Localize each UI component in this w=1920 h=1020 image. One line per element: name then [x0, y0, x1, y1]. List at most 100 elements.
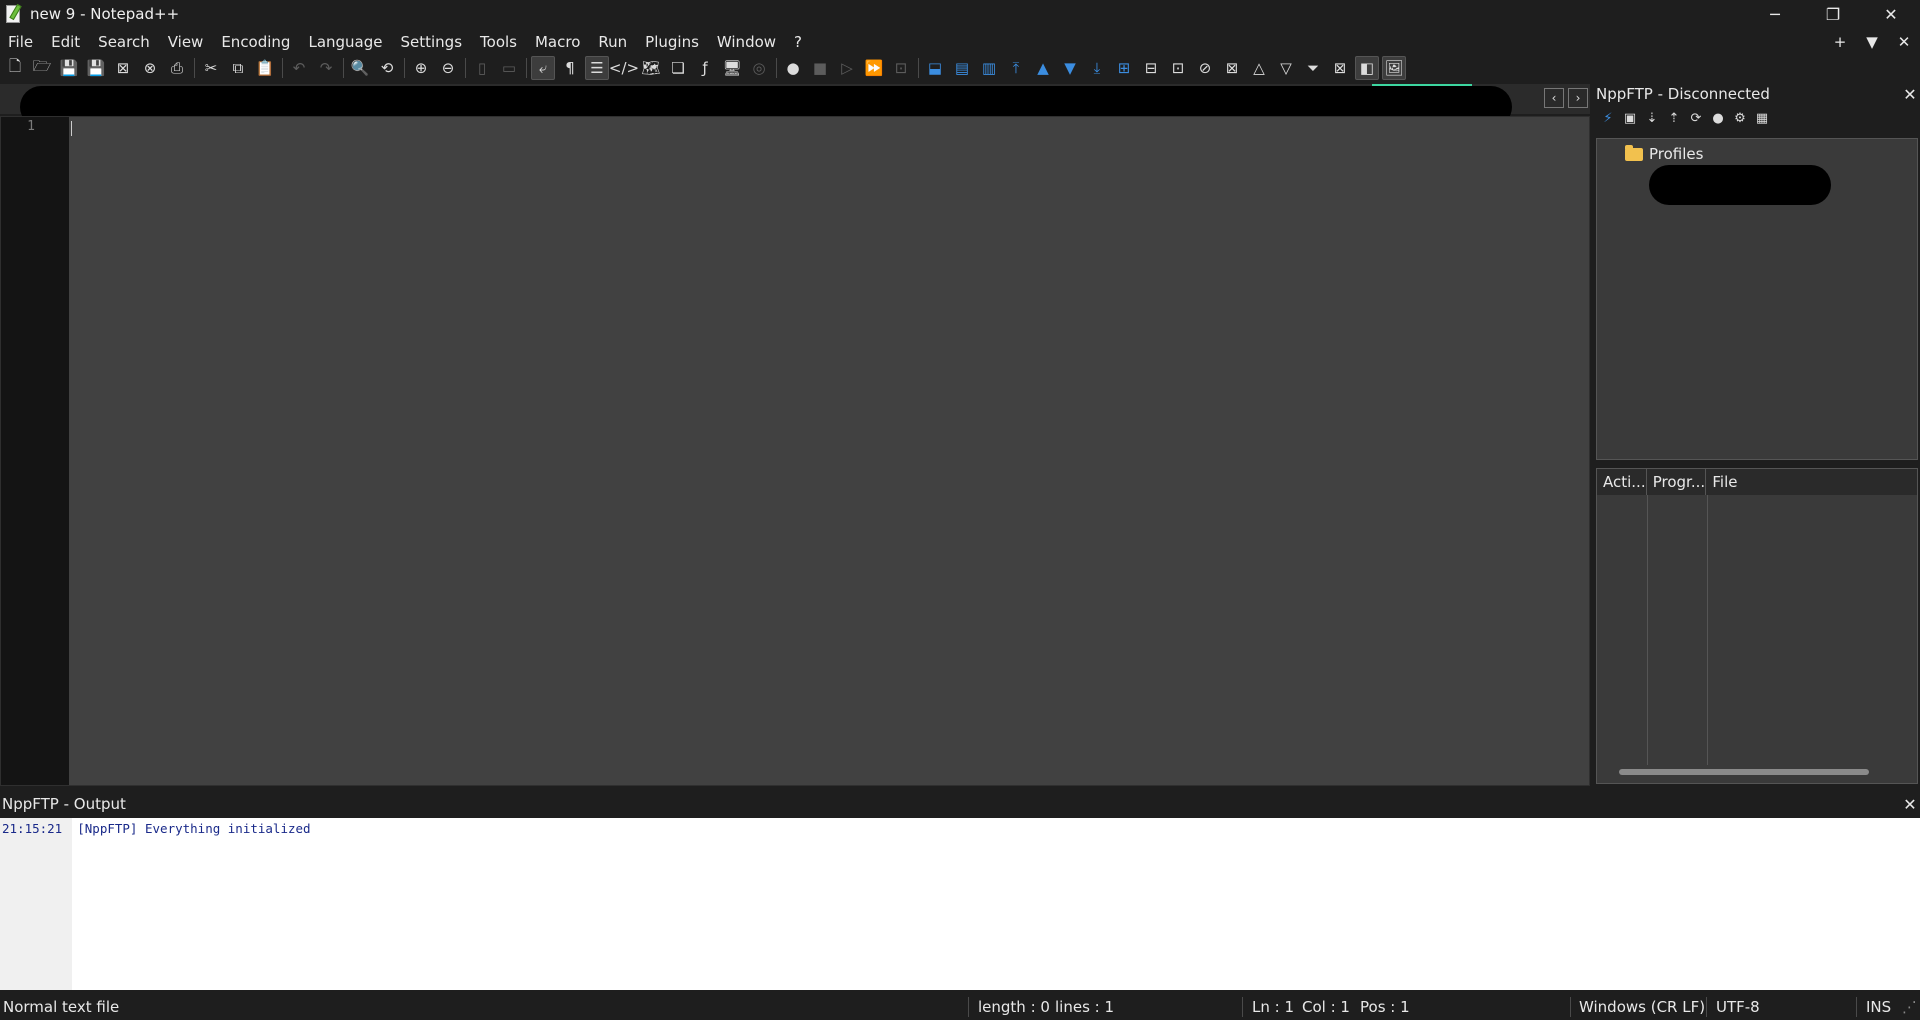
next-diff-icon[interactable]: ▼: [1058, 56, 1082, 80]
status-encoding[interactable]: UTF-8: [1716, 994, 1760, 1020]
play-macro-icon[interactable]: ▷: [835, 56, 859, 80]
refresh-icon[interactable]: ⟳: [1686, 108, 1706, 128]
print-icon[interactable]: ⎙: [165, 56, 189, 80]
diff-bookmark-icon[interactable]: ⊟: [1139, 56, 1163, 80]
status-eol[interactable]: Windows (CR LF): [1579, 994, 1705, 1020]
undo-icon[interactable]: ↶: [287, 56, 311, 80]
run-macro-multiple-icon[interactable]: ⏩: [862, 56, 886, 80]
save-all-icon[interactable]: 💾: [84, 56, 108, 80]
replace-icon[interactable]: ⟲: [375, 56, 399, 80]
word-wrap-icon[interactable]: ⤶: [531, 56, 555, 80]
menu-edit[interactable]: Edit: [42, 29, 89, 55]
output-log[interactable]: 21:15:21 [NppFTP] Everything initialized: [0, 818, 1920, 990]
find-icon[interactable]: 🔍: [348, 56, 372, 80]
settings-gear-icon[interactable]: ⚙: [1730, 108, 1750, 128]
diff-select-icon[interactable]: ⊡: [1166, 56, 1190, 80]
copy-icon[interactable]: ⧉: [226, 56, 250, 80]
queue-col-progress[interactable]: Progr...: [1647, 469, 1707, 495]
menu-window[interactable]: Window: [708, 29, 785, 55]
queue-col-file[interactable]: File: [1706, 469, 1917, 495]
compare-diff-icon[interactable]: ▤: [950, 56, 974, 80]
minimize-button[interactable]: ─: [1746, 0, 1804, 28]
sync-vertical-icon[interactable]: ▯: [470, 56, 494, 80]
first-diff-icon[interactable]: ⤒: [1004, 56, 1028, 80]
image-icon[interactable]: 🖼: [1382, 56, 1406, 80]
message-window-icon[interactable]: ▦: [1752, 108, 1772, 128]
folder-workspace-icon[interactable]: 🖥: [720, 56, 744, 80]
main-toolbar: 🗋 🗁 💾 💾 ⊠ ⊗ ⎙ ✂ ⧉ 📋 ↶ ↷ 🔍 ⟲ ⊕ ⊖ ▯ ▭ ⤶ ¶ ☰ </> 🗺 ❏ ƒ 🖥 ◎ ● ■ ▷ ⏩ ⊡ ⬓ ▤ ▥ ⤒ ▲ ▼…: [0, 55, 1920, 81]
menu-tools[interactable]: Tools: [471, 29, 526, 55]
close-icon[interactable]: ⊠: [111, 56, 135, 80]
toolbar-separator: [526, 58, 527, 78]
download-icon[interactable]: ⇣: [1642, 108, 1662, 128]
column-divider: [1707, 495, 1708, 765]
diff-clear-icon[interactable]: ⊠: [1220, 56, 1244, 80]
compare-clear-icon[interactable]: ▥: [977, 56, 1001, 80]
open-file-icon[interactable]: 🗁: [30, 56, 54, 80]
menu-encoding[interactable]: Encoding: [212, 29, 299, 55]
menu-file[interactable]: File: [0, 29, 42, 55]
menu-settings[interactable]: Settings: [392, 29, 472, 55]
function-list-icon[interactable]: ƒ: [693, 56, 717, 80]
save-macro-icon[interactable]: ⊡: [889, 56, 913, 80]
editor-area[interactable]: 1: [0, 116, 1590, 786]
paste-icon[interactable]: 📋: [253, 56, 277, 80]
document-map-icon[interactable]: 🗺: [639, 56, 663, 80]
redo-icon[interactable]: ↷: [314, 56, 338, 80]
status-insert-mode[interactable]: INS: [1866, 994, 1891, 1020]
save-icon[interactable]: 💾: [57, 56, 81, 80]
queue-col-action[interactable]: Acti...: [1597, 469, 1647, 495]
prev-diff-icon[interactable]: ▲: [1031, 56, 1055, 80]
zoom-in-icon[interactable]: ⊕: [409, 56, 433, 80]
menu-macro[interactable]: Macro: [526, 29, 589, 55]
status-file-type: Normal text file: [3, 998, 120, 1016]
cut-icon[interactable]: ✂: [199, 56, 223, 80]
horizontal-scrollbar[interactable]: [1619, 769, 1869, 775]
monitoring-icon[interactable]: ◎: [747, 56, 771, 80]
xml-tag-icon[interactable]: </>: [609, 56, 639, 80]
nppftp-profile-tree[interactable]: Profiles: [1596, 138, 1918, 460]
stop-macro-icon[interactable]: ■: [808, 56, 832, 80]
record-macro-icon[interactable]: ●: [781, 56, 805, 80]
new-file-icon[interactable]: 🗋: [3, 56, 27, 80]
status-column: Col : 1: [1302, 998, 1350, 1016]
restore-button[interactable]: ❐: [1804, 0, 1862, 28]
menu-language[interactable]: Language: [299, 29, 391, 55]
menu-help[interactable]: ?: [785, 29, 811, 55]
tab-scroll-left-button[interactable]: ‹: [1544, 88, 1564, 108]
compare-icon[interactable]: ⬓: [923, 56, 947, 80]
down-icon[interactable]: ▽: [1274, 56, 1298, 80]
tab-list-dropdown[interactable]: ▼: [1856, 33, 1888, 51]
tab-scroll-right-button[interactable]: ›: [1568, 88, 1588, 108]
notepad-plus-plus-icon: [4, 3, 24, 24]
resize-grip-icon[interactable]: ⋰: [1902, 994, 1917, 1020]
menu-search[interactable]: Search: [89, 29, 159, 55]
abort-icon[interactable]: ●: [1708, 108, 1728, 128]
document-list-icon[interactable]: ❏: [666, 56, 690, 80]
close-all-icon[interactable]: ⊗: [138, 56, 162, 80]
compare-options-icon[interactable]: ⊞: [1112, 56, 1136, 80]
zoom-out-icon[interactable]: ⊖: [436, 56, 460, 80]
output-close-button[interactable]: ✕: [1900, 795, 1920, 814]
nppftp-close-button[interactable]: ✕: [1900, 85, 1920, 104]
show-all-chars-icon[interactable]: ¶: [558, 56, 582, 80]
close-document-button[interactable]: ✕: [1888, 33, 1920, 51]
status-line: Ln : 1: [1252, 998, 1294, 1016]
menu-plugins[interactable]: Plugins: [636, 29, 708, 55]
menu-run[interactable]: Run: [589, 29, 636, 55]
close-window-button[interactable]: ✕: [1862, 0, 1920, 28]
disconnect-icon[interactable]: ▣: [1620, 108, 1640, 128]
tree-node-profiles[interactable]: Profiles: [1625, 144, 1703, 163]
menu-view[interactable]: View: [159, 29, 213, 55]
upload-icon[interactable]: ⇡: [1664, 108, 1684, 128]
new-tab-button[interactable]: +: [1824, 33, 1856, 51]
connect-icon[interactable]: ⚡: [1598, 108, 1618, 128]
panel-icon[interactable]: ◧: [1355, 56, 1379, 80]
clear-all-icon[interactable]: ⊠: [1328, 56, 1352, 80]
bottom-icon[interactable]: ⏷: [1301, 56, 1325, 80]
indent-guide-icon[interactable]: ☰: [585, 56, 609, 80]
up-icon[interactable]: △: [1247, 56, 1271, 80]
sync-horizontal-icon[interactable]: ▭: [497, 56, 521, 80]
diff-swap-icon[interactable]: ⊘: [1193, 56, 1217, 80]
last-diff-icon[interactable]: ⤓: [1085, 56, 1109, 80]
